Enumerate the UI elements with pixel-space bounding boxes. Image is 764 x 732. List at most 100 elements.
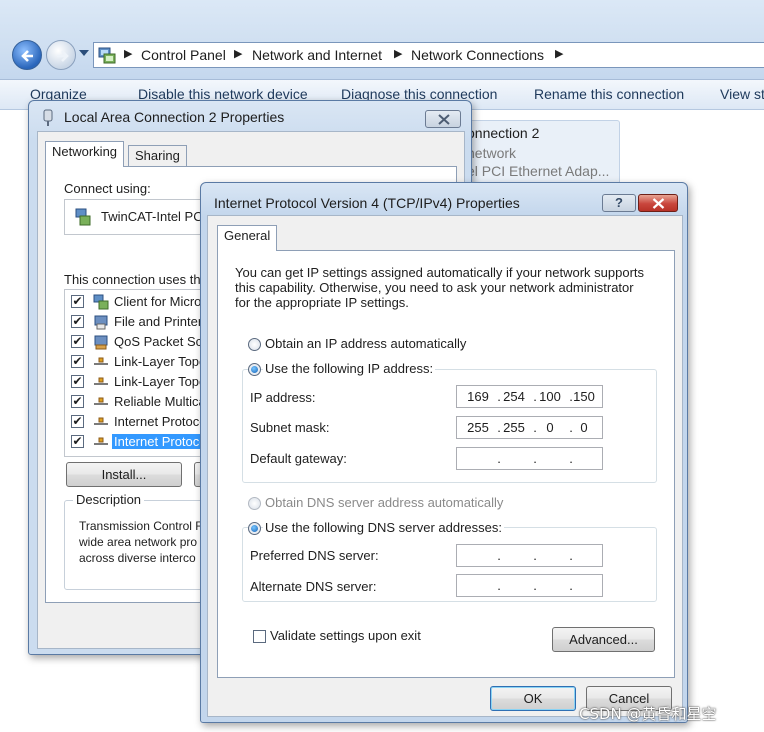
tab-sharing[interactable]: Sharing: [128, 145, 187, 167]
connection-item-checkbox[interactable]: ✔: [71, 375, 84, 388]
help-button[interactable]: ?: [602, 194, 636, 212]
connection-item-checkbox[interactable]: ✔: [71, 335, 84, 348]
breadcrumb-network-and-internet[interactable]: Network and Internet: [252, 47, 382, 63]
obtain-dns-auto-label[interactable]: Obtain DNS server address automatically: [265, 495, 503, 510]
install-button-label: Install...: [101, 467, 147, 482]
alternate-dns-label: Alternate DNS server:: [250, 579, 377, 594]
install-button[interactable]: Install...: [66, 462, 182, 487]
ip-octet[interactable]: 169: [463, 389, 493, 404]
network-connections-icon: [98, 47, 116, 64]
connection-adapter: el PCI Ethernet Adap...: [467, 163, 610, 179]
ip-octet[interactable]: 0: [535, 420, 565, 435]
address-bar[interactable]: ▶ Control Panel ▶ Network and Internet ▶…: [93, 42, 764, 68]
connection-item-checkbox[interactable]: ✔: [71, 315, 84, 328]
protocol-icon: [94, 357, 108, 365]
obtain-ip-auto-label[interactable]: Obtain an IP address automatically: [265, 336, 466, 351]
connection-item-checkbox[interactable]: ✔: [71, 435, 84, 448]
ip-separator-dot: .: [533, 451, 537, 466]
ip-octet[interactable]: 100: [535, 389, 565, 404]
connection-tile[interactable]: onnection 2 network el PCI Ethernet Adap…: [462, 120, 620, 190]
navigation-bar: ▶ Control Panel ▶ Network and Internet ▶…: [0, 0, 764, 80]
ip-separator-dot: .: [533, 578, 537, 593]
close-icon: [652, 198, 665, 209]
ok-button-label: OK: [523, 691, 543, 706]
ip-octet[interactable]: 0: [569, 420, 599, 435]
protocol-icon: [94, 377, 108, 385]
tab-networking[interactable]: Networking: [45, 141, 125, 167]
general-panel: You can get IP settings assigned automat…: [217, 250, 675, 678]
advanced-button-label: Advanced...: [569, 632, 638, 647]
qos-scheduler-icon: [94, 335, 108, 350]
lan-dialog-titlebar[interactable]: Local Area Connection 2 Properties: [29, 101, 471, 133]
tab-general-label: General: [224, 228, 271, 243]
connection-item-checkbox[interactable]: ✔: [71, 415, 84, 428]
ip-octet[interactable]: 255: [499, 420, 529, 435]
breadcrumb-separator-icon[interactable]: ▶: [124, 47, 132, 60]
connection-item-label: Link-Layer Topo: [114, 374, 207, 389]
validate-settings-checkbox[interactable]: [253, 630, 266, 643]
lan-dialog-close-button[interactable]: [425, 110, 461, 128]
ip-address-label: IP address:: [250, 390, 316, 405]
connection-item-checkbox[interactable]: ✔: [71, 395, 84, 408]
ipv4-dialog-client: General You can get IP settings assigned…: [207, 215, 683, 717]
connection-item-checkbox[interactable]: ✔: [71, 295, 84, 308]
alternate-dns-field[interactable]: ...: [456, 574, 603, 597]
ip-separator-dot: .: [569, 548, 573, 563]
connection-item-label: Internet Protoco: [112, 434, 209, 449]
watermark: CSDN @黄昏和星空: [579, 705, 717, 723]
forward-button[interactable]: [46, 40, 76, 70]
subnet-mask-field[interactable]: 255. 255. 0. 0: [456, 416, 603, 439]
breadcrumb-control-panel[interactable]: Control Panel: [141, 47, 226, 63]
ipv4-properties-dialog: Internet Protocol Version 4 (TCP/IPv4) P…: [200, 182, 688, 723]
obtain-ip-auto-radio[interactable]: [248, 338, 261, 351]
adapter-name: TwinCAT-Intel PCI: [101, 209, 207, 224]
ip-separator-dot: .: [569, 578, 573, 593]
breadcrumb-separator-icon[interactable]: ▶: [394, 47, 402, 60]
ip-octet[interactable]: 255: [463, 420, 493, 435]
obtain-dns-auto-radio[interactable]: [248, 497, 261, 510]
intro-line-3: for the appropriate IP settings.: [235, 295, 409, 310]
use-following-ip-radio[interactable]: [248, 363, 261, 376]
advanced-button[interactable]: Advanced...: [552, 627, 655, 652]
default-gateway-field[interactable]: ...: [456, 447, 603, 470]
connect-using-label: Connect using:: [64, 181, 151, 196]
use-following-dns-radio[interactable]: [248, 522, 261, 535]
ip-separator-dot: .: [497, 548, 501, 563]
ipv4-dialog-close-button[interactable]: [638, 194, 678, 212]
network-adapter-icon: [43, 109, 53, 126]
ok-button[interactable]: OK: [490, 686, 576, 711]
intro-line-1: You can get IP settings assigned automat…: [235, 265, 645, 280]
close-icon: [438, 114, 450, 125]
breadcrumb-network-connections[interactable]: Network Connections: [411, 47, 544, 63]
tab-general[interactable]: General: [217, 225, 278, 251]
connection-item-label: Link-Layer Topo: [114, 354, 207, 369]
breadcrumb-separator-icon[interactable]: ▶: [234, 47, 242, 60]
recent-pages-dropdown[interactable]: [79, 50, 89, 56]
rename-connection-command[interactable]: Rename this connection: [534, 86, 684, 102]
validate-settings-label[interactable]: Validate settings upon exit: [270, 628, 421, 643]
use-following-dns-label[interactable]: Use the following DNS server addresses:: [263, 520, 504, 535]
preferred-dns-field[interactable]: ...: [456, 544, 603, 567]
ip-separator-dot: .: [497, 451, 501, 466]
connection-item-label: QoS Packet Sc: [114, 334, 203, 349]
ip-octet[interactable]: 150: [569, 389, 599, 404]
default-gateway-label: Default gateway:: [250, 451, 347, 466]
use-following-ip-label[interactable]: Use the following IP address:: [263, 361, 436, 376]
tab-networking-label: Networking: [52, 144, 118, 159]
intro-line-2: this capability. Otherwise, you need to …: [235, 280, 634, 295]
network-client-icon: [93, 294, 109, 310]
ipv4-dialog-titlebar[interactable]: Internet Protocol Version 4 (TCP/IPv4) P…: [201, 183, 687, 215]
view-status-command[interactable]: View st: [720, 86, 764, 102]
file-printer-sharing-icon: [94, 315, 108, 330]
network-adapter-icon: [75, 208, 91, 226]
description-line-3: across diverse interco: [79, 551, 196, 565]
connection-name: onnection 2: [467, 125, 540, 141]
back-arrow-icon: [21, 50, 33, 62]
ip-address-field[interactable]: 169. 254. 100. 150: [456, 385, 603, 408]
description-line-2: wide area network pro: [79, 535, 198, 549]
back-button[interactable]: [12, 40, 42, 70]
connection-item-label: Internet Protoco: [114, 414, 207, 429]
ip-octet[interactable]: 254: [499, 389, 529, 404]
connection-item-checkbox[interactable]: ✔: [71, 355, 84, 368]
breadcrumb-separator-icon[interactable]: ▶: [555, 47, 563, 60]
